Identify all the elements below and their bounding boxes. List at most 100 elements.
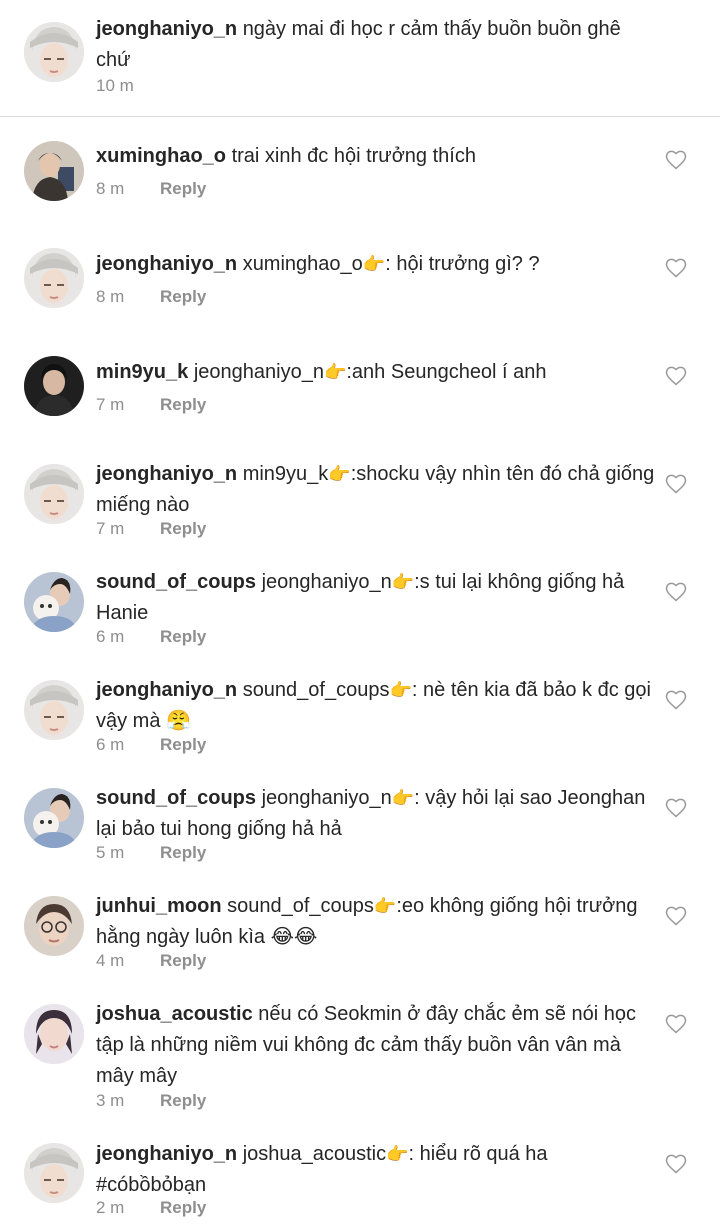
heart-outline-icon — [665, 582, 687, 602]
comment-text: joshua_acoustic nếu có Seokmin ở đây chắ… — [96, 999, 656, 1092]
heart-outline-icon — [665, 1154, 687, 1174]
like-button[interactable] — [664, 904, 688, 928]
comment-text: jeonghaniyo_n joshua_acoustic👉: hiểu rõ … — [96, 1139, 656, 1201]
avatar-junhui-icon — [24, 896, 84, 956]
comment-time: 3 m — [96, 1091, 125, 1110]
comment-text: min9yu_k jeonghaniyo_n👉:anh Seungcheol í… — [96, 357, 656, 388]
mention-link[interactable]: sound_of_coups — [243, 679, 390, 701]
like-button[interactable] — [664, 580, 688, 604]
comment-time: 2 m — [96, 1198, 125, 1217]
mention-link[interactable]: min9yu_k — [243, 463, 329, 485]
avatar[interactable] — [24, 680, 84, 740]
comment-username[interactable]: junhui_moon — [96, 895, 222, 917]
reply-button[interactable]: Reply — [160, 287, 206, 306]
avatar[interactable] — [24, 1004, 84, 1064]
comment-time: 5 m — [96, 843, 125, 862]
reply-button[interactable]: Reply — [160, 395, 206, 414]
mention-link[interactable]: jeonghaniyo_n — [262, 787, 392, 809]
reply-button[interactable]: Reply — [160, 735, 206, 754]
comment-time: 4 m — [96, 951, 125, 970]
avatar[interactable] — [24, 788, 84, 848]
heart-outline-icon — [665, 258, 687, 278]
comment-username[interactable]: xuminghao_o — [96, 145, 226, 167]
comment-username[interactable]: jeonghaniyo_n — [96, 1143, 237, 1165]
comment-username[interactable]: jeonghaniyo_n — [96, 253, 237, 275]
reply-button[interactable]: Reply — [160, 1198, 206, 1217]
heart-outline-icon — [665, 798, 687, 818]
reply-button[interactable]: Reply — [160, 179, 206, 198]
pointing-hand-emoji: 👉 — [391, 788, 415, 808]
avatar[interactable] — [24, 356, 84, 416]
comment-meta: 2 m Reply — [96, 1197, 206, 1219]
avatar[interactable] — [24, 22, 84, 82]
pointing-hand-emoji: 👉 — [386, 1144, 409, 1164]
comment-meta: 7 m Reply — [96, 394, 206, 416]
avatar[interactable] — [24, 572, 84, 632]
comment-meta: 5 m Reply — [96, 842, 206, 864]
comment-meta: 8 m Reply — [96, 178, 206, 200]
avatar-scoups-icon — [24, 788, 84, 848]
comment-meta: 8 m Reply — [96, 286, 206, 308]
comment-meta: 4 m Reply — [96, 950, 206, 972]
mention-link[interactable]: jeonghaniyo_n — [194, 361, 324, 383]
heart-outline-icon — [665, 1014, 687, 1034]
mention-link[interactable]: sound_of_coups — [227, 895, 374, 917]
reply-button[interactable]: Reply — [160, 951, 206, 970]
avatar[interactable] — [24, 248, 84, 308]
heart-outline-icon — [665, 150, 687, 170]
comment-body: :anh Seungcheol í anh — [346, 361, 547, 383]
reply-button[interactable]: Reply — [160, 843, 206, 862]
avatar-scoups-icon — [24, 572, 84, 632]
pointing-hand-emoji: 👉 — [323, 362, 347, 382]
comment-username[interactable]: sound_of_coups — [96, 787, 256, 809]
avatar-mingyu-icon — [24, 356, 84, 416]
avatar-xuminghao-icon — [24, 141, 84, 201]
comment-time: 7 m — [96, 395, 125, 414]
like-button[interactable] — [664, 148, 688, 172]
like-button[interactable] — [664, 256, 688, 280]
comment-text: sound_of_coups jeonghaniyo_n👉:s tui lại … — [96, 567, 656, 629]
comment-text: junhui_moon sound_of_coups👉:eo không giố… — [96, 891, 656, 953]
caption-username[interactable]: jeonghaniyo_n — [96, 18, 237, 40]
avatar[interactable] — [24, 896, 84, 956]
comment-meta: 6 m Reply — [96, 626, 206, 648]
comment-time: 7 m — [96, 519, 125, 538]
comment-time: 8 m — [96, 287, 125, 306]
comment-username[interactable]: joshua_acoustic — [96, 1003, 253, 1025]
heart-outline-icon — [665, 690, 687, 710]
comment-text: jeonghaniyo_n sound_of_coups👉: nè tên ki… — [96, 675, 656, 737]
like-button[interactable] — [664, 688, 688, 712]
comment-username[interactable]: jeonghaniyo_n — [96, 463, 237, 485]
like-button[interactable] — [664, 364, 688, 388]
mention-link[interactable]: joshua_acoustic — [243, 1143, 386, 1165]
like-button[interactable] — [664, 1152, 688, 1176]
reply-button[interactable]: Reply — [160, 627, 206, 646]
reply-button[interactable]: Reply — [160, 1091, 206, 1110]
like-button[interactable] — [664, 1012, 688, 1036]
comment-username[interactable]: jeonghaniyo_n — [96, 679, 237, 701]
comment-time: 8 m — [96, 179, 125, 198]
heart-outline-icon — [665, 906, 687, 926]
comment-text: jeonghaniyo_n min9yu_k👉:shocku vậy nhìn … — [96, 459, 656, 521]
avatar-jeonghan-icon — [24, 464, 84, 524]
mention-link[interactable]: xuminghao_o — [243, 253, 363, 275]
like-button[interactable] — [664, 796, 688, 820]
pointing-hand-emoji: 👉 — [389, 680, 412, 700]
comment-text: jeonghaniyo_n xuminghao_o👉: hội trưởng g… — [96, 249, 656, 280]
caption-text: jeonghaniyo_n ngày mai đi học r cảm thấy… — [96, 14, 656, 76]
heart-outline-icon — [665, 474, 687, 494]
like-button[interactable] — [664, 472, 688, 496]
heart-outline-icon — [665, 366, 687, 386]
comment-time: 6 m — [96, 735, 125, 754]
avatar[interactable] — [24, 464, 84, 524]
caption-time: 10 m — [96, 76, 134, 95]
comment-meta: 7 m Reply — [96, 518, 206, 540]
comment-username[interactable]: sound_of_coups — [96, 571, 256, 593]
pointing-hand-emoji: 👉 — [373, 896, 397, 916]
avatar[interactable] — [24, 1143, 84, 1203]
avatar-jeonghan-icon — [24, 680, 84, 740]
comment-username[interactable]: min9yu_k — [96, 361, 188, 383]
reply-button[interactable]: Reply — [160, 519, 206, 538]
mention-link[interactable]: jeonghaniyo_n — [262, 571, 392, 593]
avatar[interactable] — [24, 141, 84, 201]
